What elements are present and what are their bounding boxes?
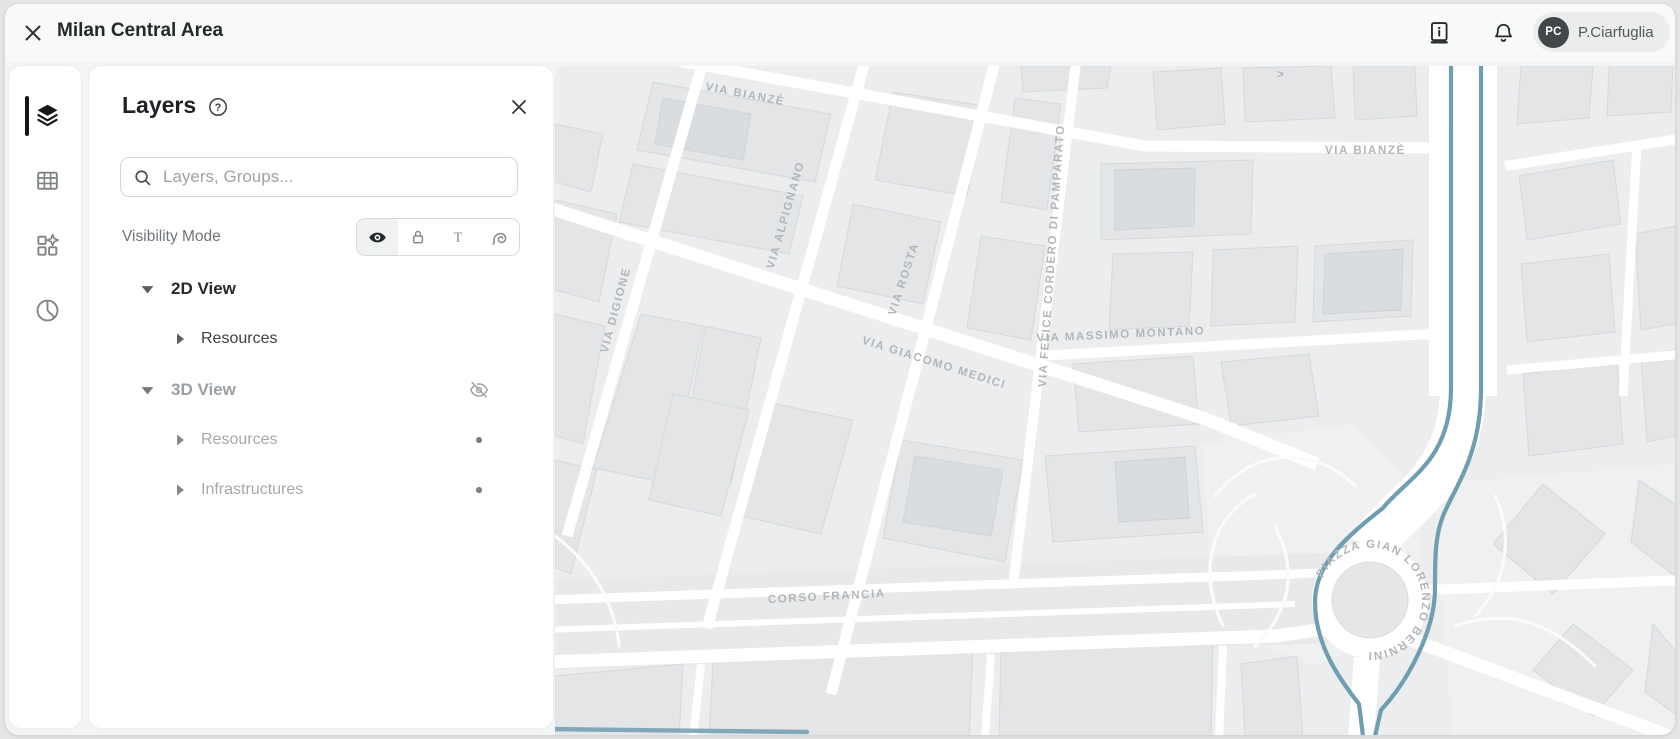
map-svg: VIA BIANZÈ VIA BIANZÈ VIA DIGIONE VIA AL… [555,66,1675,735]
caret-down-icon[interactable] [138,381,156,399]
close-project-button[interactable] [19,19,47,47]
tool-rail [9,66,81,728]
help-icon: ? [208,97,228,117]
lock-icon [409,228,427,246]
book-info-icon [1426,20,1452,46]
layers-panel: Layers ? Visibility Mode [89,66,553,728]
tree-item-label: Resources [201,330,277,348]
active-tool-indicator [25,96,29,136]
app-window: Milan Central Area PC P.Ciarfuglia [5,4,1675,735]
swirl-icon [490,228,508,246]
tree-item-label: 2D View [171,279,236,299]
tree-item-label: Resources [201,431,277,449]
text-icon: T [449,228,467,246]
visibility-mode-text[interactable]: T [438,219,479,255]
status-dot [467,478,491,502]
rail-item-charts[interactable] [32,295,62,325]
rail-item-data-table[interactable] [32,165,62,195]
layers-panel-title: Layers [122,92,196,119]
layers-icon [34,102,61,129]
visibility-mode-swirl[interactable] [479,219,520,255]
street-label: VIA BIANZÈ [1325,144,1406,157]
tree-row-3d-resources[interactable]: Resources [89,418,553,462]
search-input[interactable] [161,166,505,188]
eye-icon [368,228,387,247]
user-menu[interactable]: PC P.Ciarfuglia [1533,12,1670,52]
widgets-icon [34,232,61,259]
top-bar: Milan Central Area PC P.Ciarfuglia [5,4,1675,62]
tree-item-label: 3D View [171,380,236,400]
svg-text:T: T [454,231,463,246]
manual-button[interactable] [1425,19,1453,47]
notifications-button[interactable] [1489,19,1517,47]
visibility-mode-eye[interactable] [357,219,398,255]
hidden-layer-button[interactable] [467,378,491,402]
visibility-mode-group: T [356,218,520,256]
user-name: P.Ciarfuglia [1578,24,1654,41]
status-dot [467,428,491,452]
oneway-arrow: > [1277,69,1285,81]
tree-row-2d-resources[interactable]: Resources [89,317,553,361]
visibility-mode-label: Visibility Mode [122,228,221,246]
caret-down-icon[interactable] [138,280,156,298]
bell-icon [1491,21,1516,46]
map-canvas[interactable]: VIA BIANZÈ VIA BIANZÈ VIA DIGIONE VIA AL… [555,66,1675,735]
caret-right-icon[interactable] [171,431,189,449]
rail-item-layers[interactable] [32,100,62,130]
search-icon [133,168,152,187]
pie-chart-icon [34,297,61,324]
close-icon [22,22,44,44]
rail-item-widgets[interactable] [32,230,62,260]
close-icon [509,97,529,117]
tree-row-3d-infrastructures[interactable]: Infrastructures [89,468,553,512]
caret-right-icon[interactable] [171,330,189,348]
eye-off-icon [468,379,490,401]
layers-help-button[interactable]: ? [208,97,228,117]
tree-item-label: Infrastructures [201,481,303,499]
visibility-mode-lock[interactable] [398,219,439,255]
layers-search [120,157,518,197]
avatar: PC [1538,17,1569,48]
page-title: Milan Central Area [57,20,223,42]
tree-row-2d-view[interactable]: 2D View [89,267,553,311]
svg-text:?: ? [215,102,222,114]
caret-right-icon[interactable] [171,481,189,499]
table-icon [34,167,61,194]
layers-panel-close-button[interactable] [507,95,531,119]
tree-row-3d-view[interactable]: 3D View [89,368,553,412]
